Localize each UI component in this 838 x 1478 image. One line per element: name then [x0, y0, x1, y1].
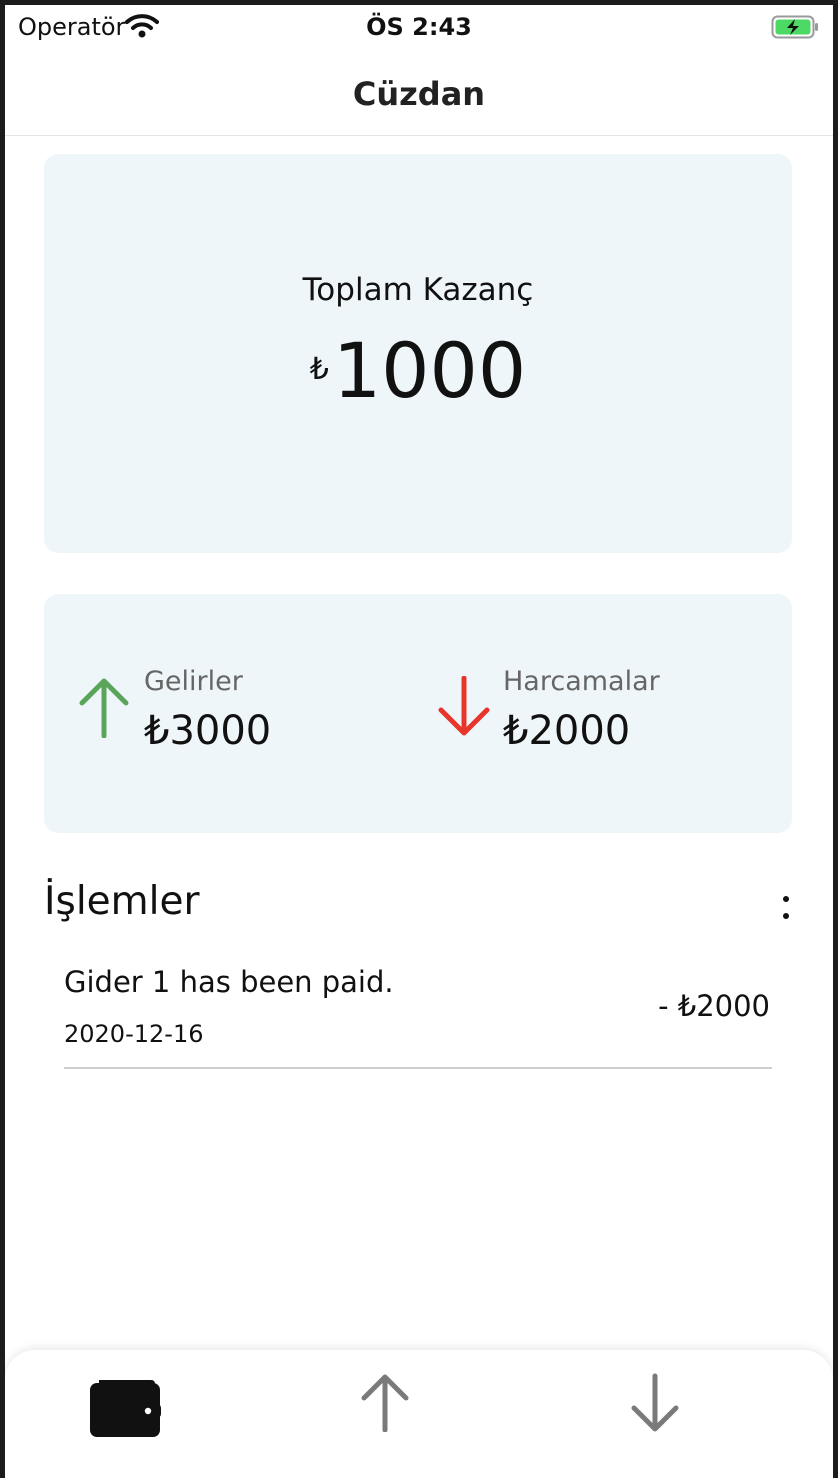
expense-label: Harcamalar — [503, 666, 660, 697]
tab-income[interactable] — [360, 1350, 450, 1478]
transaction-list-item[interactable]: Gider 1 has been paid. 2020-12-16 - ₺200… — [64, 960, 772, 1069]
transaction-description: Gider 1 has been paid. — [64, 965, 394, 999]
total-balance-label: Toplam Kazanç — [302, 272, 534, 308]
page-title: Cüzdan — [352, 75, 486, 113]
arrow-up-icon — [77, 676, 131, 742]
more-dot-icon — [783, 913, 789, 919]
battery-charging-icon — [771, 15, 821, 43]
wallet-icon — [90, 1380, 161, 1437]
transaction-date: 2020-12-16 — [64, 1020, 204, 1048]
transaction-amount: - ₺2000 — [658, 989, 770, 1023]
status-time: ÖS 2:43 — [366, 13, 472, 41]
currency-symbol: ₺ — [309, 352, 329, 387]
expense-value: ₺2000 — [503, 708, 631, 754]
tab-expense[interactable] — [630, 1350, 720, 1478]
app-screen: Operatör ÖS 2:43 Cüzdan Toplam Kazanç ₺1… — [5, 5, 833, 1478]
status-bar: Operatör ÖS 2:43 — [5, 5, 833, 53]
tab-wallet[interactable] — [89, 1350, 179, 1478]
navigation-bar: Cüzdan — [5, 53, 833, 136]
more-dot-icon — [783, 896, 789, 902]
arrow-down-icon — [631, 1373, 679, 1432]
income-expense-summary-card: Gelirler ₺3000 Harcamalar ₺2000 — [44, 594, 792, 833]
more-options-button[interactable] — [771, 889, 801, 929]
arrow-down-icon — [436, 675, 492, 742]
arrow-up-icon — [361, 1374, 409, 1432]
transactions-title: İşlemler — [44, 879, 200, 924]
income-label: Gelirler — [144, 666, 243, 697]
bottom-tab-bar — [5, 1350, 833, 1478]
total-balance-value: 1000 — [332, 326, 527, 415]
total-balance-card: Toplam Kazanç ₺1000 — [44, 154, 792, 553]
income-value: ₺3000 — [144, 708, 272, 754]
total-balance-amount: ₺1000 — [44, 326, 792, 415]
